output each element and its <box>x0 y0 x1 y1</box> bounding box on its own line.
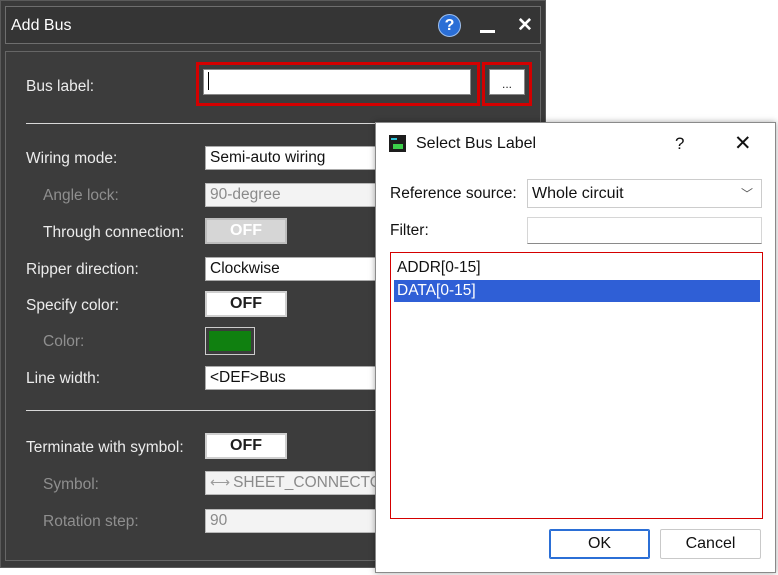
select-bus-label-title: Select Bus Label <box>416 135 537 152</box>
line-width-label: Line width: <box>26 370 101 387</box>
add-bus-title: Add Bus <box>11 17 72 34</box>
bus-label-list[interactable]: ADDR[0-15] DATA[0-15] <box>390 252 763 519</box>
close-icon[interactable]: ✕ <box>517 16 533 35</box>
line-width-select[interactable]: <DEF>Bus <box>205 366 380 390</box>
browse-highlight: ... <box>482 62 532 106</box>
symbol-label: Symbol: <box>43 476 99 493</box>
dialog-close-icon[interactable]: ✕ <box>734 131 752 156</box>
sheet-connector-icon: ⟷ <box>210 474 231 490</box>
bus-label-highlight <box>196 62 480 106</box>
ripper-direction-select[interactable]: Clockwise <box>205 257 380 281</box>
rotation-step-select[interactable]: 90 <box>205 509 380 533</box>
rotation-step-label: Rotation step: <box>43 513 139 530</box>
color-swatch <box>209 331 251 351</box>
bus-label-input[interactable] <box>203 69 471 95</box>
filter-label: Filter: <box>390 222 429 239</box>
help-question-icon[interactable]: ? <box>675 134 684 154</box>
ripper-direction-label: Ripper direction: <box>26 261 139 278</box>
ok-button[interactable]: OK <box>549 529 650 559</box>
browse-button[interactable]: ... <box>489 69 525 95</box>
reference-source-value: Whole circuit <box>532 185 624 202</box>
help-icon[interactable]: ? <box>438 14 461 37</box>
angle-lock-label: Angle lock: <box>43 187 119 204</box>
color-picker[interactable] <box>205 327 255 355</box>
color-label: Color: <box>43 333 85 350</box>
add-bus-titlebar[interactable]: Add Bus ? ✕ <box>5 6 541 44</box>
wiring-mode-label: Wiring mode: <box>26 150 118 167</box>
wiring-mode-select[interactable]: Semi-auto wiring <box>205 146 380 170</box>
reference-source-select[interactable]: Whole circuit ﹀ <box>527 179 762 208</box>
app-icon <box>389 135 406 152</box>
select-bus-label-dialog: Select Bus Label ? ✕ Reference source: W… <box>375 122 776 573</box>
angle-lock-select[interactable]: 90-degree <box>205 183 380 207</box>
list-item-selected[interactable]: DATA[0-15] <box>394 280 760 302</box>
select-bus-label-titlebar[interactable]: Select Bus Label ? ✕ <box>376 123 775 165</box>
symbol-select[interactable]: ⟷ SHEET_CONNECTO <box>205 471 380 495</box>
specify-color-label: Specify color: <box>26 297 120 314</box>
symbol-value: SHEET_CONNECTO <box>233 474 380 491</box>
chevron-down-icon: ﹀ <box>740 187 753 201</box>
cancel-button[interactable]: Cancel <box>660 529 761 559</box>
through-connection-toggle[interactable]: OFF <box>205 218 287 244</box>
list-item[interactable]: ADDR[0-15] <box>394 257 760 279</box>
filter-input[interactable] <box>527 217 762 244</box>
reference-source-label: Reference source: <box>390 185 517 202</box>
specify-color-toggle[interactable]: OFF <box>205 291 287 317</box>
through-connection-label: Through connection: <box>43 224 185 241</box>
terminate-with-symbol-label: Terminate with symbol: <box>26 439 184 456</box>
bus-label-label: Bus label: <box>26 78 95 95</box>
terminate-with-symbol-toggle[interactable]: OFF <box>205 433 287 459</box>
minimize-icon[interactable] <box>480 30 495 33</box>
